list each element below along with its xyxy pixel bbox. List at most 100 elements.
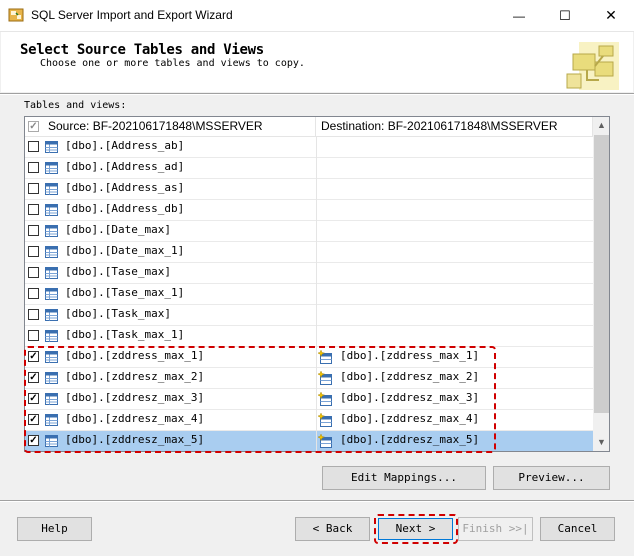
table-row[interactable]: ✓ [dbo].[zddresz_max_4] [dbo].[zddresz_max… <box>25 410 593 431</box>
source-table-name: [dbo].[zddresz_max_5] <box>65 433 205 446</box>
table-icon <box>45 309 58 321</box>
column-divider <box>316 179 317 200</box>
table-icon <box>45 372 58 384</box>
source-table-name: [dbo].[zddresz_max_3] <box>65 391 205 404</box>
select-all-checkbox[interactable]: ✓ <box>28 121 39 132</box>
grid-header: ✓ Source: BF-202106171848\MSSERVER Desti… <box>25 117 593 137</box>
close-button[interactable]: ✕ <box>588 0 634 31</box>
header-separator <box>0 93 634 95</box>
back-button[interactable]: < Back <box>295 517 370 541</box>
table-row[interactable]: [dbo].[Tase_max] <box>25 263 593 284</box>
table-icon <box>45 183 58 195</box>
source-table-name: [dbo].[Address_ab] <box>65 139 185 152</box>
scroll-up-icon[interactable]: ▲ <box>593 117 609 134</box>
table-icon <box>45 288 58 300</box>
source-table-name: [dbo].[Address_as] <box>65 181 185 194</box>
table-row[interactable]: [dbo].[Tase_max_1] <box>25 284 593 305</box>
table-row[interactable]: [dbo].[Address_ab] <box>25 137 593 158</box>
table-row[interactable]: ✓ [dbo].[zddresz_max_2] [dbo].[zddresz_max… <box>25 368 593 389</box>
source-table-name: [dbo].[Date_max] <box>65 223 171 236</box>
source-table-name: [dbo].[Tase_max_1] <box>65 286 185 299</box>
maximize-icon: ☐ <box>559 7 571 23</box>
table-icon <box>45 246 58 258</box>
row-checkbox[interactable] <box>28 267 39 278</box>
row-checkbox[interactable] <box>28 330 39 341</box>
wizard-graphic-icon <box>566 42 619 90</box>
table-icon <box>45 267 58 279</box>
destination-table-name[interactable]: [dbo].[zddress_max_1] <box>340 349 479 362</box>
source-table-name: [dbo].[zddresz_max_4] <box>65 412 205 425</box>
table-icon <box>45 141 58 153</box>
column-divider <box>316 200 317 221</box>
preview-button[interactable]: Preview... <box>493 466 610 490</box>
column-divider <box>316 305 317 326</box>
edit-mappings-button[interactable]: Edit Mappings... <box>322 466 486 490</box>
new-table-icon <box>316 349 332 364</box>
destination-table-name[interactable]: [dbo].[zddresz_max_3] <box>340 391 479 404</box>
window-title: SQL Server Import and Export Wizard <box>31 8 233 22</box>
column-divider <box>316 284 317 305</box>
help-button[interactable]: Help <box>17 517 92 541</box>
new-table-icon <box>316 433 332 448</box>
finish-button[interactable]: Finish >>| <box>458 517 533 541</box>
next-button[interactable]: Next > <box>378 518 453 540</box>
column-divider <box>316 389 317 410</box>
destination-table-name[interactable]: [dbo].[zddresz_max_5] <box>340 433 479 446</box>
source-column-header[interactable]: Source: BF-202106171848\MSSERVER <box>43 117 316 136</box>
row-checkbox[interactable] <box>28 141 39 152</box>
row-checkbox[interactable] <box>28 225 39 236</box>
table-row[interactable]: [dbo].[Task_max] <box>25 305 593 326</box>
table-icon <box>45 435 58 447</box>
row-checkbox[interactable]: ✓ <box>28 393 39 404</box>
table-icon <box>45 330 58 342</box>
minimize-icon: — <box>513 8 525 23</box>
cancel-button[interactable]: Cancel <box>540 517 615 541</box>
source-table-name: [dbo].[Date_max_1] <box>65 244 185 257</box>
table-row[interactable]: ✓ [dbo].[zddresz_max_3] [dbo].[zddresz_max… <box>25 389 593 410</box>
column-divider <box>316 431 317 451</box>
row-checkbox[interactable] <box>28 204 39 215</box>
column-divider <box>316 221 317 242</box>
minimize-button[interactable]: — <box>496 0 542 31</box>
column-divider <box>316 137 317 158</box>
table-row[interactable]: [dbo].[Address_as] <box>25 179 593 200</box>
column-divider <box>316 263 317 284</box>
new-table-icon <box>316 391 332 406</box>
table-row[interactable]: ✓ [dbo].[zddress_max_1] [dbo].[zddress_max… <box>25 347 593 368</box>
table-icon <box>45 225 58 237</box>
column-divider <box>316 410 317 431</box>
table-row[interactable]: [dbo].[Task_max_1] <box>25 326 593 347</box>
row-checkbox[interactable] <box>28 288 39 299</box>
table-row[interactable]: [dbo].[Address_ad] <box>25 158 593 179</box>
destination-column-header[interactable]: Destination: BF-202106171848\MSSERVER <box>316 117 593 136</box>
table-row[interactable]: [dbo].[Address_db] <box>25 200 593 221</box>
source-table-name: [dbo].[Tase_max] <box>65 265 171 278</box>
column-divider <box>316 158 317 179</box>
row-checkbox[interactable] <box>28 162 39 173</box>
source-table-name: [dbo].[zddress_max_1] <box>65 349 205 362</box>
table-row[interactable]: [dbo].[Date_max] <box>25 221 593 242</box>
table-icon <box>45 393 58 405</box>
vertical-scrollbar[interactable]: ▲ ▼ <box>593 117 609 451</box>
row-checkbox[interactable] <box>28 246 39 257</box>
scroll-down-icon[interactable]: ▼ <box>593 434 609 451</box>
table-icon <box>45 414 58 426</box>
page-title: Select Source Tables and Views <box>20 42 264 58</box>
row-checkbox[interactable]: ✓ <box>28 414 39 425</box>
new-table-icon <box>316 370 332 385</box>
tables-and-views-label: Tables and views: <box>24 100 127 111</box>
scrollbar-thumb[interactable] <box>594 135 609 413</box>
row-checkbox[interactable]: ✓ <box>28 435 39 446</box>
table-row[interactable]: ✓ [dbo].[zddresz_max_5] [dbo].[zddresz_max… <box>25 431 593 451</box>
maximize-button[interactable]: ☐ <box>542 0 588 31</box>
destination-table-name[interactable]: [dbo].[zddresz_max_2] <box>340 370 479 383</box>
row-checkbox[interactable] <box>28 309 39 320</box>
tables-grid[interactable]: ✓ Source: BF-202106171848\MSSERVER Desti… <box>24 116 610 452</box>
column-divider <box>316 347 317 368</box>
column-divider <box>316 242 317 263</box>
row-checkbox[interactable]: ✓ <box>28 372 39 383</box>
row-checkbox[interactable]: ✓ <box>28 351 39 362</box>
table-row[interactable]: [dbo].[Date_max_1] <box>25 242 593 263</box>
destination-table-name[interactable]: [dbo].[zddresz_max_4] <box>340 412 479 425</box>
row-checkbox[interactable] <box>28 183 39 194</box>
